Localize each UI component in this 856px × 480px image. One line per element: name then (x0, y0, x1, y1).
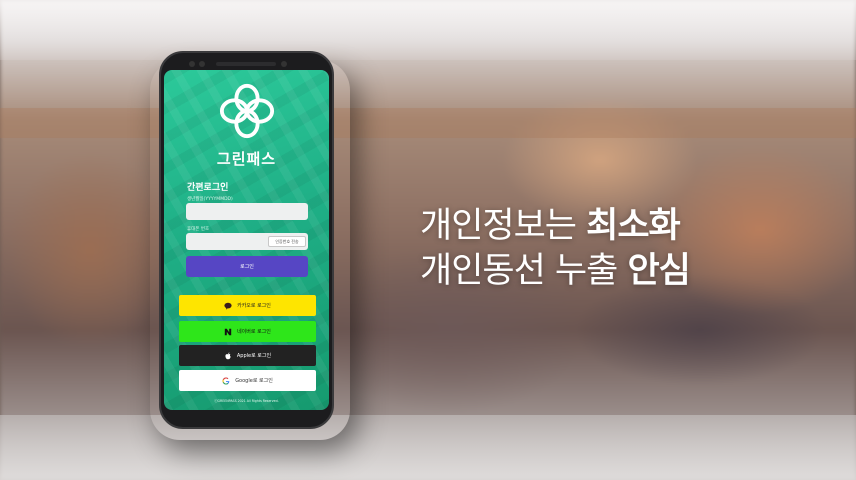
apple-login-button[interactable]: Apple로 로그인 (179, 345, 316, 366)
naver-n-icon (224, 328, 232, 336)
naver-login-button[interactable]: 네이버로 로그인 (179, 321, 316, 342)
google-login-label: Google로 로그인 (235, 378, 273, 384)
background-ceiling (0, 0, 856, 60)
apple-login-label: Apple로 로그인 (236, 353, 272, 359)
clover-icon (219, 83, 275, 139)
birthdate-input[interactable] (186, 203, 308, 220)
headline-line-2-bold: 안심 (627, 251, 690, 291)
app-screen: 그린패스 간편로그인 생년월일(YYYYMMDD) 휴대폰 번호 인증번호 전송… (164, 70, 329, 410)
naver-login-label: 네이버로 로그인 (237, 329, 271, 335)
camera-icon (189, 61, 195, 67)
send-code-button[interactable]: 인증번호 전송 (268, 236, 306, 247)
google-login-button[interactable]: Google로 로그인 (179, 370, 316, 391)
phone-label: 휴대폰 번호 (187, 227, 210, 232)
headline-line-1: 개인정보는 최소화 (420, 204, 690, 249)
google-g-icon (222, 376, 230, 385)
section-title: 간편로그인 (187, 183, 229, 193)
headline: 개인정보는 최소화 개인동선 누출 안심 (420, 204, 691, 294)
headline-line-1-regular: 개인정보는 (420, 206, 587, 246)
speaker-grille (216, 62, 276, 66)
speech-bubble-icon (224, 302, 232, 310)
background-floor (0, 415, 856, 480)
kakao-login-label: 카카오로 로그인 (237, 303, 271, 309)
copyright-footer: ⓒGREENPASS 2021 All Rights Reserved. (214, 399, 279, 403)
headline-line-2: 개인동선 누출 안심 (420, 249, 691, 294)
front-camera-icon (281, 61, 287, 67)
sensor-icon (199, 61, 205, 67)
birth-label: 생년월일(YYYYMMDD) (187, 197, 233, 202)
headline-line-1-bold: 최소화 (586, 206, 681, 246)
app-title: 그린패스 (216, 150, 277, 168)
login-button-label: 로그인 (240, 264, 254, 270)
login-button[interactable]: 로그인 (186, 256, 308, 277)
background-stripe (0, 108, 856, 138)
apple-icon (224, 352, 232, 360)
kakao-login-button[interactable]: 카카오로 로그인 (179, 295, 316, 316)
headline-line-2-regular: 개인동선 누출 (420, 251, 628, 291)
